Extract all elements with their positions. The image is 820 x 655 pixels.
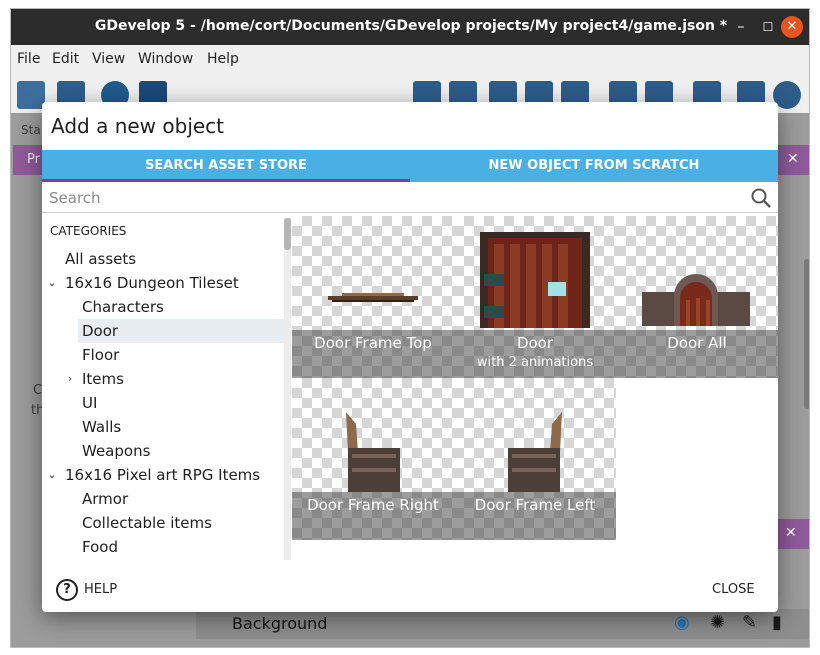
asset-card-door-all[interactable]: Door All	[616, 216, 778, 378]
menu-window[interactable]: Window	[138, 51, 193, 67]
category-label: 16x16 Pixel art RPG Items	[65, 466, 261, 484]
dialog-footer: ? HELP CLOSE	[42, 572, 778, 612]
bg-tab-close-icon[interactable]: ✕	[787, 151, 799, 167]
asset-card-door[interactable]: Door with 2 animations	[454, 216, 616, 378]
category-label: Door	[82, 322, 119, 340]
asset-name: Door All	[667, 334, 727, 352]
bg-panel-close-icon[interactable]: ✕	[785, 525, 797, 541]
asset-name: Door Frame Right	[307, 496, 439, 514]
tab-new-object-from-scratch[interactable]: NEW OBJECT FROM SCRATCH	[410, 150, 778, 182]
window-title: GDevelop 5 - /home/cort/Documents/GDevel…	[94, 18, 728, 34]
category-label: Armor	[82, 490, 129, 508]
bg-left-text-1: C	[33, 383, 43, 398]
close-window-button[interactable]: ✕	[781, 16, 803, 38]
asset-caption: Door Frame Left	[454, 492, 616, 540]
category-items[interactable]: › Items	[60, 367, 282, 391]
category-label: Floor	[82, 346, 120, 364]
help-label: HELP	[84, 582, 118, 597]
minimize-button[interactable]: –	[730, 16, 752, 38]
category-food[interactable]: Food	[78, 535, 282, 559]
close-button[interactable]: CLOSE	[712, 582, 755, 597]
category-label: Characters	[82, 298, 164, 316]
assets-grid: Door Frame Top Door with 2 animations Do…	[292, 216, 778, 576]
help-circle-icon: ?	[56, 579, 78, 601]
bg-start-label: Sta	[21, 123, 41, 137]
category-armor[interactable]: Armor	[78, 487, 282, 511]
tab-search-asset-store[interactable]: SEARCH ASSET STORE	[42, 150, 410, 182]
asset-caption: Door Frame Top	[292, 330, 454, 378]
category-label: Items	[82, 370, 124, 388]
asset-caption: Door with 2 animations	[454, 330, 616, 378]
category-all-assets[interactable]: All assets	[60, 247, 282, 271]
search-bar	[42, 182, 778, 213]
visibility-eye-icon[interactable]: ◉	[674, 612, 690, 633]
chevron-down-icon[interactable]: ⌄	[45, 463, 59, 487]
category-walls[interactable]: Walls	[78, 415, 282, 439]
dialog-title: Add a new object	[51, 114, 225, 138]
category-collectable-items[interactable]: Collectable items	[78, 511, 282, 535]
asset-caption: Door Frame Right	[292, 492, 454, 540]
dialog-tabs: SEARCH ASSET STORE NEW OBJECT FROM SCRAT…	[42, 150, 778, 182]
category-door[interactable]: Door	[78, 319, 284, 343]
category-label: 16x16 Dungeon Tileset	[65, 274, 239, 292]
asset-subtitle: with 2 animations	[476, 355, 594, 370]
category-weapons[interactable]: Weapons	[78, 439, 282, 463]
asset-card-door-frame-right[interactable]: Door Frame Right	[292, 378, 454, 540]
maximize-button[interactable]: ☐	[757, 16, 779, 38]
category-characters[interactable]: Characters	[78, 295, 282, 319]
lighting-icon[interactable]: ✺	[710, 612, 725, 633]
bg-tab-label: Pr	[27, 152, 40, 167]
add-object-dialog: Add a new object SEARCH ASSET STORE NEW …	[42, 102, 778, 612]
category-label: Walls	[82, 418, 122, 436]
asset-card-door-frame-top[interactable]: Door Frame Top	[292, 216, 454, 378]
project-manager-icon[interactable]	[17, 81, 45, 109]
menu-file[interactable]: File	[17, 51, 40, 67]
category-label: Weapons	[82, 442, 151, 460]
category-ui[interactable]: UI	[78, 391, 282, 415]
bg-scrollbar[interactable]	[804, 259, 809, 409]
bg-layer-label: Background	[232, 614, 328, 633]
category-rpg-items[interactable]: ⌄ 16x16 Pixel art RPG Items	[42, 463, 282, 487]
menu-help[interactable]: Help	[207, 51, 239, 67]
asset-name: Door Frame Left	[474, 496, 596, 514]
categories-title: CATEGORIES	[50, 224, 127, 238]
trash-icon[interactable]: ▮	[772, 612, 782, 633]
category-label: UI	[82, 394, 98, 412]
categories-panel: CATEGORIES All assets ⌄ 16x16 Dungeon Til…	[42, 214, 292, 564]
search-icon[interactable]	[750, 187, 772, 209]
chevron-right-icon[interactable]: ›	[63, 367, 77, 391]
category-label: All assets	[65, 250, 137, 268]
chevron-down-icon[interactable]: ⌄	[45, 271, 59, 295]
asset-name: Door	[516, 334, 554, 352]
edit-pencil-icon[interactable]: ✎	[742, 612, 757, 633]
search-input[interactable]	[49, 187, 739, 209]
categories-scrollbar[interactable]	[284, 218, 291, 560]
menu-bar: File Edit View Window Help	[11, 45, 809, 73]
scrollbar-thumb[interactable]	[284, 218, 291, 250]
category-label: Food	[82, 538, 118, 556]
asset-name: Door Frame Top	[314, 334, 432, 352]
title-bar: GDevelop 5 - /home/cort/Documents/GDevel…	[11, 9, 809, 45]
menu-edit[interactable]: Edit	[52, 51, 79, 67]
asset-caption: Door All	[616, 330, 778, 378]
menu-view[interactable]: View	[92, 51, 125, 67]
category-label: Collectable items	[82, 514, 212, 532]
category-dungeon-tileset[interactable]: ⌄ 16x16 Dungeon Tileset	[42, 271, 282, 295]
bg-layer-row: Background ◉ ✺ ✎ ▮	[196, 609, 809, 639]
asset-card-door-frame-left[interactable]: Door Frame Left	[454, 378, 616, 540]
category-floor[interactable]: Floor	[78, 343, 282, 367]
